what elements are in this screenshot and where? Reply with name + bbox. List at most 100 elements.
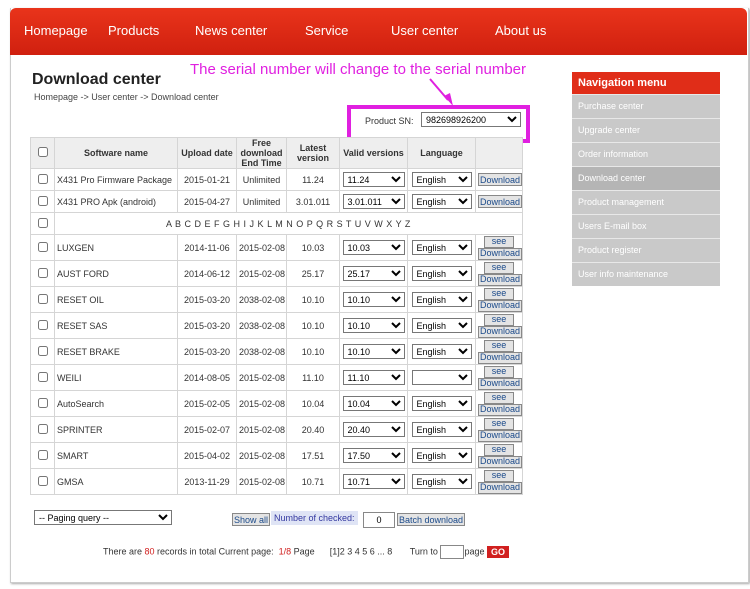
see-button[interactable]: see [484,261,514,274]
breadcrumb: Homepage -> User center -> Download cent… [34,92,219,102]
page-links[interactable]: [1]2 3 4 5 6 ... 8 [330,546,393,556]
see-button[interactable]: see [484,313,514,326]
alphabet-filter[interactable]: A B C D E F G H I J K L M N O P Q R S T … [54,212,523,235]
nav-service[interactable]: Service [305,23,348,38]
download-button[interactable]: Download [478,299,522,312]
table-row: WEILI 2014-08-05 2015-02-08 11.10 11.10 see Do… [30,364,523,391]
end-time: 2038-02-08 [236,312,287,339]
latest-version: 10.10 [286,286,340,313]
language-select[interactable]: English [411,292,472,307]
see-button[interactable]: see [484,287,514,300]
row-checkbox[interactable] [37,173,48,184]
download-button[interactable]: Download [478,481,522,494]
language-select[interactable]: English [411,474,472,489]
nav-products[interactable]: Products [108,23,159,38]
download-button[interactable]: Download [478,377,522,390]
language-select[interactable]: English [411,344,472,359]
nav-user-center[interactable]: User center [391,23,458,38]
valid-version-select[interactable]: 3.01.011 [342,194,405,209]
download-button[interactable]: Download [478,325,522,338]
nav-homepage[interactable]: Homepage [24,23,88,38]
select-all-checkbox[interactable] [37,147,48,157]
see-button[interactable]: see [484,469,514,482]
end-time: 2015-02-08 [236,416,287,443]
sidenav-item[interactable]: User info maintenance [572,262,720,286]
language-select[interactable]: English [411,396,472,411]
language-select[interactable]: English [411,448,472,463]
row-checkbox[interactable] [37,319,48,330]
nav-news-center[interactable]: News center [195,23,267,38]
product-sn-select[interactable]: 982698926200 [421,112,521,127]
latest-version: 3.01.011 [286,190,340,213]
valid-version-select[interactable]: 11.24 [342,172,405,187]
row-checkbox[interactable] [37,475,48,486]
col-language: Language [407,137,476,169]
valid-version-select[interactable]: 25.17 [342,266,405,281]
sidenav-item[interactable]: Users E-mail box [572,214,720,238]
number-checked-input[interactable] [363,512,395,528]
nav-about-us[interactable]: About us [495,23,546,38]
download-button[interactable]: Download [478,351,522,364]
valid-version-select[interactable]: 20.40 [342,422,405,437]
download-button[interactable]: Download [478,403,522,416]
paging-select[interactable]: -- Paging query -- [34,510,172,525]
see-button[interactable]: see [484,235,514,248]
row-checkbox[interactable] [37,241,48,252]
valid-version-select[interactable]: 11.10 [342,370,405,385]
batch-download-button[interactable]: Batch download [397,513,466,526]
show-all-button[interactable]: Show all [232,513,271,526]
table-row: GMSA 2013-11-29 2015-02-08 10.71 10.71 Englis… [30,468,523,495]
software-name: X431 Pro Firmware Package [54,168,178,191]
download-button[interactable]: Download [478,429,522,442]
table-row: RESET OIL 2015-03-20 2038-02-08 10.10 10.10 E… [30,286,523,313]
download-button[interactable]: Download [478,195,522,208]
see-button[interactable]: see [484,417,514,430]
valid-version-select[interactable]: 10.10 [342,318,405,333]
row-checkbox[interactable] [37,293,48,304]
language-select[interactable] [411,370,472,385]
download-button[interactable]: Download [478,273,522,286]
sidenav-item[interactable]: Order information [572,142,720,166]
row-checkbox[interactable] [37,449,48,460]
end-time: Unlimited [236,168,287,191]
valid-version-select[interactable]: 10.03 [342,240,405,255]
row-checkbox[interactable] [37,195,48,206]
see-button[interactable]: see [484,391,514,404]
valid-version-select[interactable]: 17.50 [342,448,405,463]
language-select[interactable]: English [411,266,472,281]
language-select[interactable]: English [411,194,472,209]
row-checkbox[interactable] [37,345,48,356]
end-time: 2015-02-08 [236,442,287,469]
download-button[interactable]: Download [478,247,522,260]
valid-version-select[interactable]: 10.10 [342,292,405,307]
see-button[interactable]: see [484,339,514,352]
current-page: 1/8 [278,546,292,557]
download-button[interactable]: Download [478,455,522,468]
valid-version-select[interactable]: 10.71 [342,474,405,489]
go-button[interactable]: GO [487,546,510,558]
sidenav-item[interactable]: Product management [572,190,720,214]
upload-date: 2015-02-05 [177,390,237,417]
see-button[interactable]: see [484,365,514,378]
see-button[interactable]: see [484,443,514,456]
download-button[interactable]: Download [478,173,522,186]
language-select[interactable]: English [411,422,472,437]
valid-version-select[interactable]: 10.10 [342,344,405,359]
sidenav-item[interactable]: Upgrade center [572,118,720,142]
software-name: RESET BRAKE [54,338,178,365]
sidenav-item[interactable]: Purchase center [572,94,720,118]
sidenav-item[interactable]: Download center [572,166,720,190]
upload-date: 2014-11-06 [177,234,237,261]
language-select[interactable]: English [411,240,472,255]
goto-page-input[interactable] [440,545,465,559]
row-checkbox[interactable] [37,267,48,278]
row-checkbox[interactable] [37,397,48,408]
row-checkbox[interactable] [37,423,48,434]
row-checkbox[interactable] [37,217,48,228]
sidenav-item[interactable]: Product register [572,238,720,262]
upload-date: 2015-03-20 [177,312,237,339]
language-select[interactable]: English [411,318,472,333]
language-select[interactable]: English [411,172,472,187]
row-checkbox[interactable] [37,371,48,382]
valid-version-select[interactable]: 10.04 [342,396,405,411]
